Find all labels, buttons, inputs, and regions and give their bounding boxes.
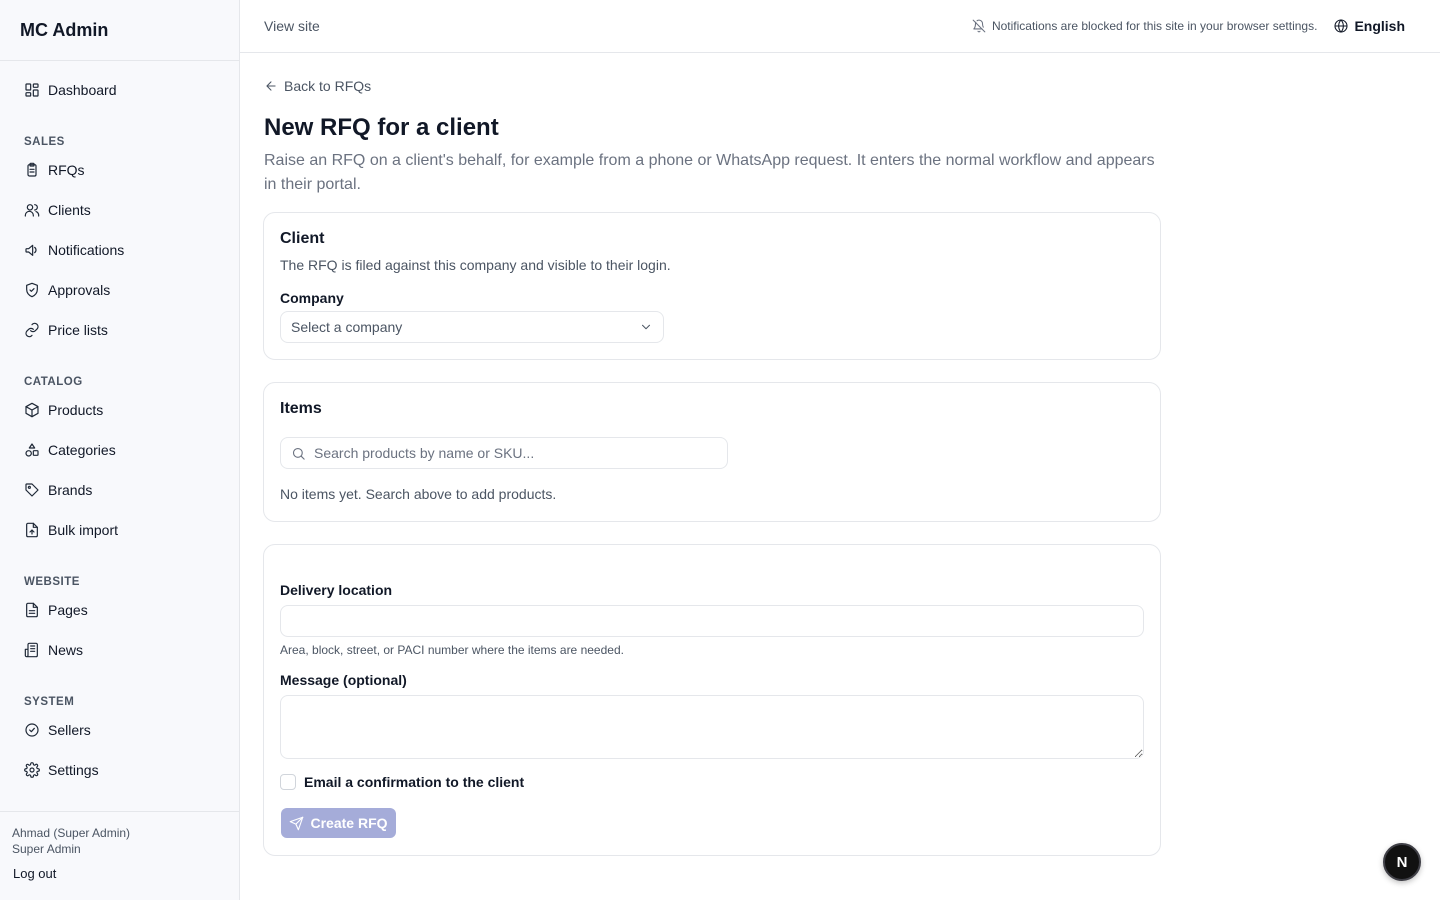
language-label: English xyxy=(1354,18,1405,34)
sidebar-item-rfqs[interactable]: RFQs xyxy=(0,150,239,190)
sidebar-item-label: Notifications xyxy=(48,242,125,258)
nextjs-dev-indicator-button[interactable]: N xyxy=(1383,843,1421,881)
globe-icon xyxy=(1333,18,1354,34)
section-label-system: SYSTEM xyxy=(24,696,75,708)
client-card-title: Client xyxy=(280,230,325,247)
page-title: New RFQ for a client xyxy=(264,114,499,141)
sidebar-item-label: Approvals xyxy=(48,282,111,298)
search-icon xyxy=(291,446,314,461)
chevron-down-icon xyxy=(639,320,653,334)
sidebar-item-bulk-import[interactable]: Bulk import xyxy=(0,510,239,550)
link-icon xyxy=(24,322,40,338)
page-description: Raise an RFQ on a client's behalf, for e… xyxy=(264,152,1155,193)
arrow-left-icon xyxy=(264,79,284,93)
sidebar-item-sellers[interactable]: Sellers xyxy=(0,710,239,750)
gear-icon xyxy=(24,762,40,778)
sidebar-item-label: Settings xyxy=(48,762,99,778)
logout-button[interactable]: Log out xyxy=(12,866,56,881)
delivery-location-input[interactable] xyxy=(280,605,1144,637)
sidebar-item-label: Clients xyxy=(48,202,91,218)
message-textarea[interactable] xyxy=(280,695,1144,759)
items-card-title: Items xyxy=(280,400,322,417)
sidebar-nav: Dashboard SALES RFQs Clients Notificatio… xyxy=(0,61,239,790)
megaphone-icon xyxy=(24,242,40,258)
language-switcher[interactable]: English xyxy=(1333,18,1405,34)
topbar: View site Notifications are blocked for … xyxy=(240,0,1440,53)
items-card: Items No items yet. Search above to add … xyxy=(263,382,1161,522)
user-role: Super Admin xyxy=(12,842,81,856)
sidebar-item-categories[interactable]: Categories xyxy=(0,430,239,470)
details-card: Delivery location Area, block, street, o… xyxy=(263,544,1161,856)
sidebar-item-notifications[interactable]: Notifications xyxy=(0,230,239,270)
user-name: Ahmad (Super Admin) xyxy=(12,826,131,840)
sidebar-item-news[interactable]: News xyxy=(0,630,239,670)
bell-off-icon xyxy=(972,19,992,33)
sidebar-item-products[interactable]: Products xyxy=(0,390,239,430)
shield-check-icon xyxy=(24,282,40,298)
notifications-blocked-text: Notifications are blocked for this site … xyxy=(991,19,1318,33)
sidebar-item-label: News xyxy=(48,642,84,658)
sidebar-item-label: Categories xyxy=(48,442,116,458)
back-label: Back to RFQs xyxy=(284,78,372,94)
client-card-subtitle: The RFQ is filed against this company an… xyxy=(280,257,671,273)
sidebar-item-price-lists[interactable]: Price lists xyxy=(0,310,239,350)
company-select[interactable]: Select a company xyxy=(280,311,664,343)
newspaper-icon xyxy=(24,642,40,658)
product-search xyxy=(280,437,728,469)
package-icon xyxy=(24,402,40,418)
section-label-catalog: CATALOG xyxy=(24,376,83,388)
sidebar-item-clients[interactable]: Clients xyxy=(0,190,239,230)
sidebar-item-label: Dashboard xyxy=(48,82,117,98)
view-site-link[interactable]: View site xyxy=(264,18,320,34)
items-empty-note: No items yet. Search above to add produc… xyxy=(280,486,557,502)
shapes-icon xyxy=(24,442,40,458)
sidebar-item-label: Brands xyxy=(48,482,93,498)
create-rfq-button[interactable]: Create RFQ xyxy=(281,808,396,838)
email-confirmation-checkbox[interactable] xyxy=(280,774,296,790)
sidebar-item-label: Price lists xyxy=(48,322,108,338)
sidebar-item-label: Pages xyxy=(48,602,88,618)
tag-icon xyxy=(24,482,40,498)
delivery-location-label: Delivery location xyxy=(280,582,393,598)
badge-check-icon xyxy=(24,722,40,738)
sidebar-item-approvals[interactable]: Approvals xyxy=(0,270,239,310)
sidebar-footer: Ahmad (Super Admin) Super Admin Log out xyxy=(0,811,239,883)
product-search-input[interactable] xyxy=(314,445,714,461)
dashboard-icon xyxy=(24,82,40,98)
sidebar-item-label: Sellers xyxy=(48,722,91,738)
sidebar-item-label: Products xyxy=(48,402,104,418)
sidebar-item-settings[interactable]: Settings xyxy=(0,750,239,790)
users-icon xyxy=(24,202,40,218)
message-label: Message (optional) xyxy=(280,672,407,688)
email-confirmation-option[interactable]: Email a confirmation to the client xyxy=(280,774,524,790)
section-label-website: WEBSITE xyxy=(24,576,80,588)
sidebar: MC Admin Dashboard SALES RFQs Clients No… xyxy=(0,0,240,900)
sidebar-item-pages[interactable]: Pages xyxy=(0,590,239,630)
app-title: MC Admin xyxy=(0,0,239,61)
sidebar-item-dashboard[interactable]: Dashboard xyxy=(0,70,239,110)
sidebar-item-label: RFQs xyxy=(48,162,85,178)
company-label: Company xyxy=(280,290,344,306)
sidebar-item-label: Bulk import xyxy=(48,522,119,538)
delivery-location-help: Area, block, street, or PACI number wher… xyxy=(280,643,624,657)
file-text-icon xyxy=(24,602,40,618)
back-to-rfqs-link[interactable]: Back to RFQs xyxy=(264,78,371,94)
create-rfq-label: Create RFQ xyxy=(310,815,388,831)
topbar-right: Notifications are blocked for this site … xyxy=(972,18,1416,34)
clipboard-icon xyxy=(24,162,40,178)
client-card: Client The RFQ is filed against this com… xyxy=(263,212,1161,360)
company-select-value: Select a company xyxy=(291,319,403,335)
sidebar-item-brands[interactable]: Brands xyxy=(0,470,239,510)
send-icon xyxy=(289,816,310,831)
section-label-sales: SALES xyxy=(24,136,65,148)
notifications-blocked-note: Notifications are blocked for this site … xyxy=(972,19,1317,33)
email-confirmation-label: Email a confirmation to the client xyxy=(304,774,525,790)
file-upload-icon xyxy=(24,522,40,538)
